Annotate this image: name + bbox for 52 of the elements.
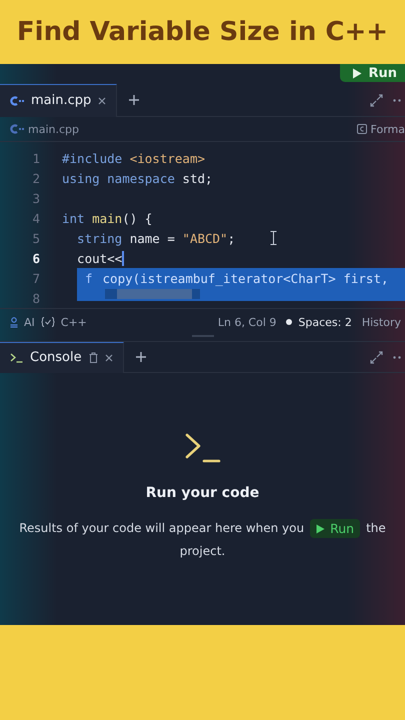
line-number: 1 — [31, 150, 41, 166]
empty-state-message: the — [366, 520, 386, 537]
text-caret — [122, 250, 124, 266]
empty-state-message: project. — [180, 543, 226, 560]
ai-icon — [10, 316, 18, 328]
play-icon — [316, 524, 326, 534]
cpp-file-icon — [10, 96, 24, 106]
format-button[interactable]: Forma — [356, 122, 405, 136]
language-label[interactable]: C++ — [60, 316, 87, 328]
close-icon[interactable] — [98, 96, 106, 104]
add-tab-icon[interactable] — [129, 95, 140, 105]
video-title: Find Variable Size in C++ — [16, 17, 388, 47]
line-number: 7 — [31, 270, 41, 286]
trash-icon[interactable] — [88, 352, 98, 363]
indent-setting[interactable]: Spaces: 2 — [298, 316, 352, 328]
code-line: cout<< — [76, 250, 122, 266]
line-number: 2 — [31, 170, 41, 186]
cursor-position[interactable]: Ln 6, Col 9 — [218, 316, 276, 328]
line-number: 6 — [31, 250, 41, 266]
code-line: string name = "ABCD"; — [76, 230, 236, 246]
expand-icon[interactable] — [370, 350, 383, 364]
scrollbar[interactable] — [105, 289, 200, 299]
autocomplete-item[interactable]: f copy(istreambuf_iterator<CharT> first, — [85, 271, 405, 286]
ai-label[interactable]: AI — [24, 316, 35, 328]
terminal-prompt-icon — [184, 433, 220, 463]
line-number: 4 — [31, 210, 41, 226]
cpp-file-icon — [10, 124, 24, 134]
breadcrumb-file[interactable]: main.cpp — [28, 122, 79, 136]
run-button[interactable]: Run — [340, 64, 405, 82]
code-line: using namespace std; — [62, 170, 213, 186]
empty-state-heading: Run your code — [146, 485, 260, 501]
line-number: 3 — [31, 190, 41, 206]
more-icon[interactable] — [393, 98, 401, 102]
console-tab[interactable]: Console — [0, 342, 124, 372]
history-button[interactable]: History — [362, 316, 401, 328]
code-line: int main() { — [62, 210, 152, 226]
text-cursor-icon — [270, 231, 277, 245]
braces-check-icon — [40, 317, 55, 327]
more-icon[interactable] — [393, 356, 401, 358]
line-number: 5 — [31, 230, 41, 246]
expand-icon[interactable] — [370, 94, 383, 106]
file-tab[interactable]: main.cpp — [0, 84, 118, 116]
play-icon — [352, 68, 362, 78]
format-icon — [356, 124, 367, 134]
terminal-icon — [10, 352, 23, 362]
code-line: #include <iostream> — [62, 150, 205, 166]
status-dot-icon — [286, 319, 292, 325]
line-number: 8 — [31, 290, 41, 306]
run-button[interactable]: Run — [310, 519, 360, 538]
add-tab-icon[interactable] — [136, 352, 146, 362]
close-icon[interactable] — [104, 354, 113, 362]
empty-state-message: Results of your code will appear here when you — [19, 520, 304, 537]
